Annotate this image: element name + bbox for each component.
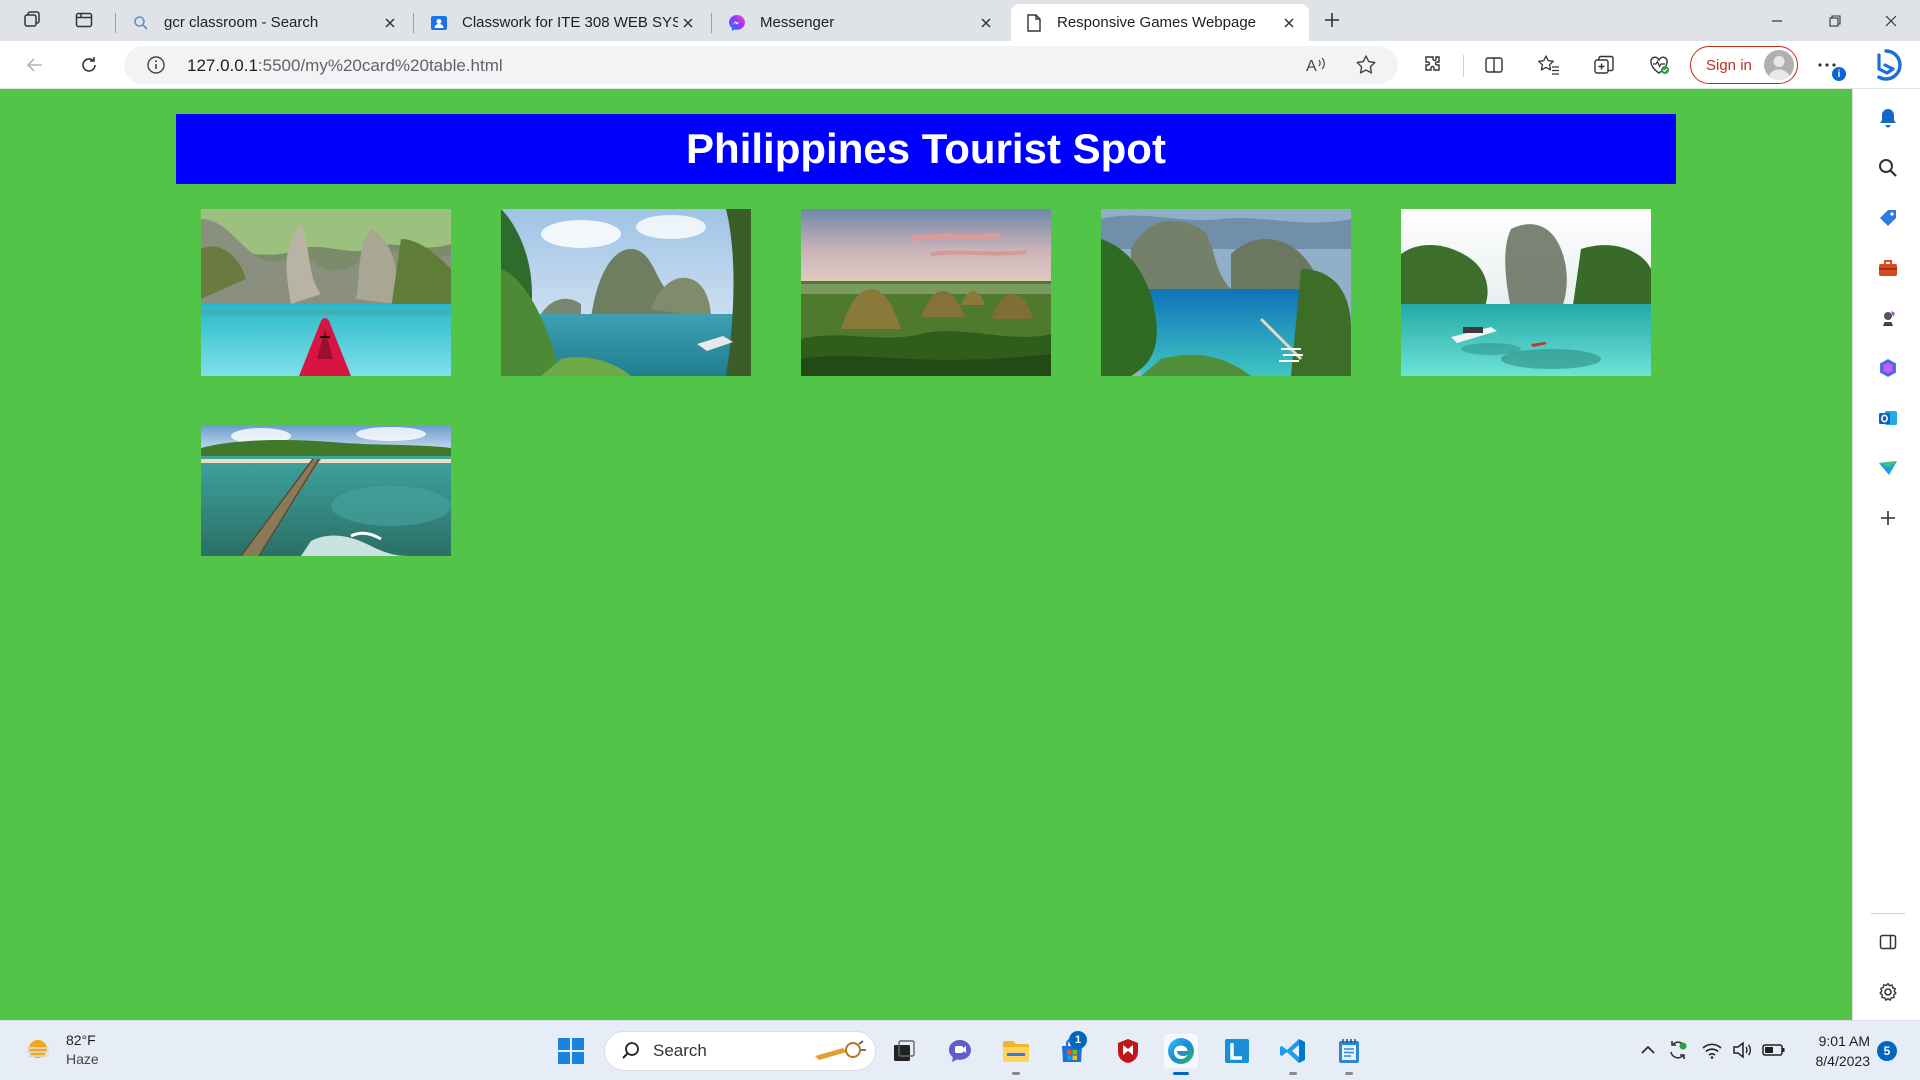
avatar [1764,50,1794,80]
page-title: Philippines Tourist Spot [686,125,1166,172]
tools-icon[interactable] [1875,255,1901,281]
windows-taskbar: 82°F Haze Search 1 9:01 AM 8/4/2023 5 [0,1020,1920,1080]
collections-icon[interactable] [1587,49,1621,81]
url-host: 127.0.0.1 [187,56,258,75]
task-view-icon[interactable] [887,1034,921,1068]
store-badge: 1 [1069,1031,1087,1049]
page-header: Philippines Tourist Spot [176,114,1676,184]
edge-browser-icon[interactable] [1164,1034,1198,1075]
tourist-spot-image-kayak-lagoon [201,209,451,376]
chevron-up-icon[interactable] [1636,1038,1660,1062]
active-indicator [1173,1072,1189,1075]
sidebar-settings-icon[interactable] [1875,979,1901,1005]
url-path: :5500/my%20card%20table.html [257,56,503,75]
refresh-button[interactable] [72,49,106,81]
sign-in-button[interactable]: Sign in [1690,46,1798,84]
tab-search[interactable]: gcr classroom - Search [118,4,410,41]
hide-sidebar-icon[interactable] [1875,929,1901,955]
shopping-tag-icon[interactable] [1875,205,1901,231]
file-explorer-icon[interactable] [999,1034,1033,1075]
extensions-icon[interactable] [1416,49,1450,81]
search-icon[interactable] [1875,155,1901,181]
page-viewport: Philippines Tourist Spot [0,89,1852,1020]
close-icon[interactable] [678,13,698,33]
weather-condition: Haze [66,1051,99,1067]
tab-label: gcr classroom - Search [164,14,319,31]
weather-haze-icon [27,1040,49,1058]
search-label: Search [653,1041,707,1060]
clock-time: 9:01 AM [1818,1033,1870,1049]
edge-sidebar [1852,89,1920,1020]
tab-label: Messenger [760,14,835,31]
start-button[interactable] [554,1034,588,1068]
page-icon [1025,13,1043,32]
launcher-l-icon[interactable] [1220,1034,1254,1068]
url-text[interactable]: 127.0.0.1:5500/my%20card%20table.html [187,56,503,76]
minimize-button[interactable] [1748,0,1806,41]
notification-count-badge[interactable]: 5 [1877,1041,1897,1061]
tourist-spot-image-big-lagoon-boat [1401,209,1651,376]
wifi-icon[interactable] [1700,1038,1724,1062]
battery-icon[interactable] [1762,1038,1786,1062]
favorite-star-icon[interactable] [1354,53,1378,77]
back-button[interactable] [18,49,52,81]
close-icon[interactable] [380,13,400,33]
tourist-spot-image-coron-cliffs [501,209,751,376]
clock-date: 8/4/2023 [1815,1053,1871,1069]
browser-toolbar: 127.0.0.1:5500/my%20card%20table.html A … [0,41,1920,89]
drop-icon[interactable] [1875,455,1901,481]
read-aloud-icon[interactable]: A [1304,53,1328,77]
tab-responsive-games[interactable]: Responsive Games Webpage [1011,4,1309,41]
weather-temp: 82°F [66,1032,96,1048]
browser-essentials-icon[interactable] [1642,49,1676,81]
copilot-icon[interactable] [1866,46,1906,84]
mcafee-icon[interactable] [1111,1034,1145,1068]
close-icon[interactable] [1279,13,1299,33]
weather-widget[interactable]: 82°F Haze [24,1031,99,1069]
address-bar[interactable]: 127.0.0.1:5500/my%20card%20table.html A [124,46,1398,84]
running-indicator [1012,1072,1020,1075]
notepad-icon[interactable] [1332,1034,1366,1075]
messenger-icon [728,14,746,32]
close-window-button[interactable] [1862,0,1920,41]
tab-messenger[interactable]: Messenger [714,4,1006,41]
tourist-spot-image-kayangan-lake [1101,209,1351,376]
tab-strip: gcr classroom - Search Classwork for ITE… [0,0,1920,41]
microsoft-365-icon[interactable] [1875,355,1901,381]
tab-label: Classwork for ITE 308 WEB SYSTEMS [462,14,678,31]
workspaces-icon[interactable] [14,6,50,34]
teams-chat-icon[interactable] [943,1034,977,1068]
running-indicator [1345,1072,1353,1075]
split-screen-icon[interactable] [1477,49,1511,81]
close-icon[interactable] [976,13,996,33]
update-badge: i [1832,67,1846,81]
vscode-icon[interactable] [1276,1034,1310,1075]
taskbar-search[interactable]: Search [604,1031,876,1071]
system-clock[interactable]: 9:01 AM 8/4/2023 [1800,1031,1871,1071]
svg-text:A: A [1306,58,1317,75]
running-indicator [1289,1072,1297,1075]
bell-icon[interactable] [1875,105,1901,131]
classroom-icon [430,14,448,32]
outlook-icon[interactable] [1875,405,1901,431]
tourist-spot-image-chocolate-hills [801,209,1051,376]
games-icon[interactable] [1875,305,1901,331]
search-highlight-icon [815,1040,866,1060]
sync-icon[interactable] [1666,1038,1690,1062]
volume-icon[interactable] [1730,1038,1754,1062]
search-icon [622,1042,639,1059]
tourist-spot-image-boardwalk-beach [201,426,451,556]
favorites-icon[interactable] [1532,49,1566,81]
sign-in-label: Sign in [1706,56,1752,74]
search-icon [132,14,150,32]
tab-actions-icon[interactable] [66,6,102,34]
info-icon[interactable] [146,55,166,75]
tab-classroom[interactable]: Classwork for ITE 308 WEB SYSTEMS [416,4,708,41]
new-tab-button[interactable] [1316,6,1348,34]
restore-button[interactable] [1806,0,1864,41]
tab-label: Responsive Games Webpage [1057,14,1256,31]
add-icon[interactable] [1875,505,1901,531]
